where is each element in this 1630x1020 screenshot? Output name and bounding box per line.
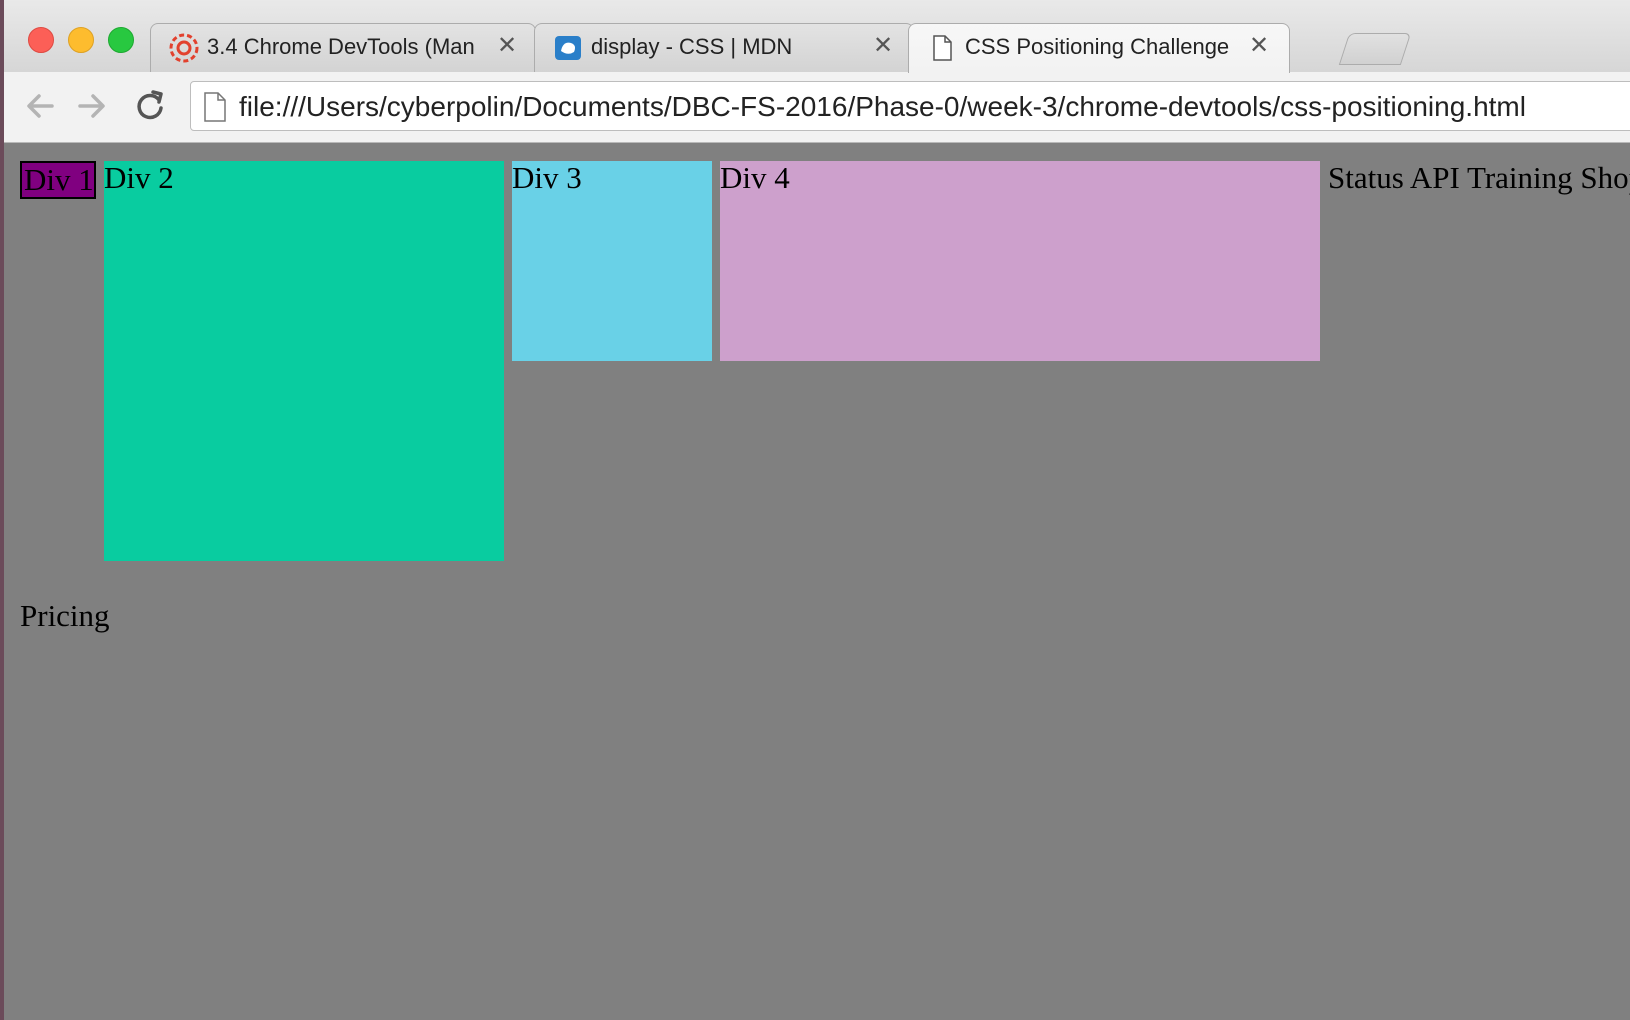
page-icon — [204, 92, 226, 122]
close-window-button[interactable] — [28, 27, 54, 53]
browser-toolbar: file:///Users/cyberpolin/Documents/DBC-F… — [4, 72, 1630, 143]
browser-window: 3.4 Chrome DevTools (Man ✕ display - CSS… — [4, 0, 1630, 1020]
close-tab-icon[interactable]: ✕ — [497, 34, 517, 58]
div-3-label: Div 3 — [512, 160, 582, 195]
close-tab-icon[interactable]: ✕ — [873, 34, 893, 58]
pricing-text: Pricing — [20, 598, 110, 633]
nav-links-text: Status API Training Shop — [1328, 160, 1630, 195]
tab-css-positioning[interactable]: CSS Positioning Challenge ✕ — [908, 23, 1290, 73]
zoom-window-button[interactable] — [108, 27, 134, 53]
address-bar[interactable]: file:///Users/cyberpolin/Documents/DBC-F… — [190, 81, 1630, 131]
new-tab-button[interactable] — [1338, 33, 1412, 65]
div-1-box: Div 1 — [20, 161, 96, 199]
tab-title: 3.4 Chrome DevTools (Man — [207, 34, 475, 59]
url-text[interactable]: file:///Users/cyberpolin/Documents/DBC-F… — [239, 91, 1526, 123]
div-4-box: Div 4 — [720, 161, 1320, 361]
mdn-logo-icon — [555, 36, 581, 60]
div-2-label: Div 2 — [104, 160, 174, 195]
div-2-box: Div 2 — [104, 161, 504, 561]
close-tab-icon[interactable]: ✕ — [1249, 34, 1269, 58]
canvas-logo-icon — [169, 33, 199, 63]
page-content: Div 1 Div 2 Div 3 Div 4 Status API Train… — [4, 143, 1630, 1020]
minimize-window-button[interactable] — [68, 27, 94, 53]
tab-title: display - CSS | MDN — [591, 34, 793, 59]
forward-arrow-icon[interactable] — [74, 88, 110, 124]
tab-bar: 3.4 Chrome DevTools (Man ✕ display - CSS… — [4, 0, 1630, 73]
div-3-box: Div 3 — [512, 161, 712, 361]
tab-mdn-display[interactable]: display - CSS | MDN ✕ — [534, 23, 914, 72]
back-arrow-icon[interactable] — [22, 88, 58, 124]
div-4-label: Div 4 — [720, 160, 790, 195]
tab-chrome-devtools[interactable]: 3.4 Chrome DevTools (Man ✕ — [150, 23, 536, 72]
tab-title: CSS Positioning Challenge — [965, 34, 1230, 59]
document-icon — [933, 35, 952, 61]
reload-icon[interactable] — [132, 88, 168, 124]
